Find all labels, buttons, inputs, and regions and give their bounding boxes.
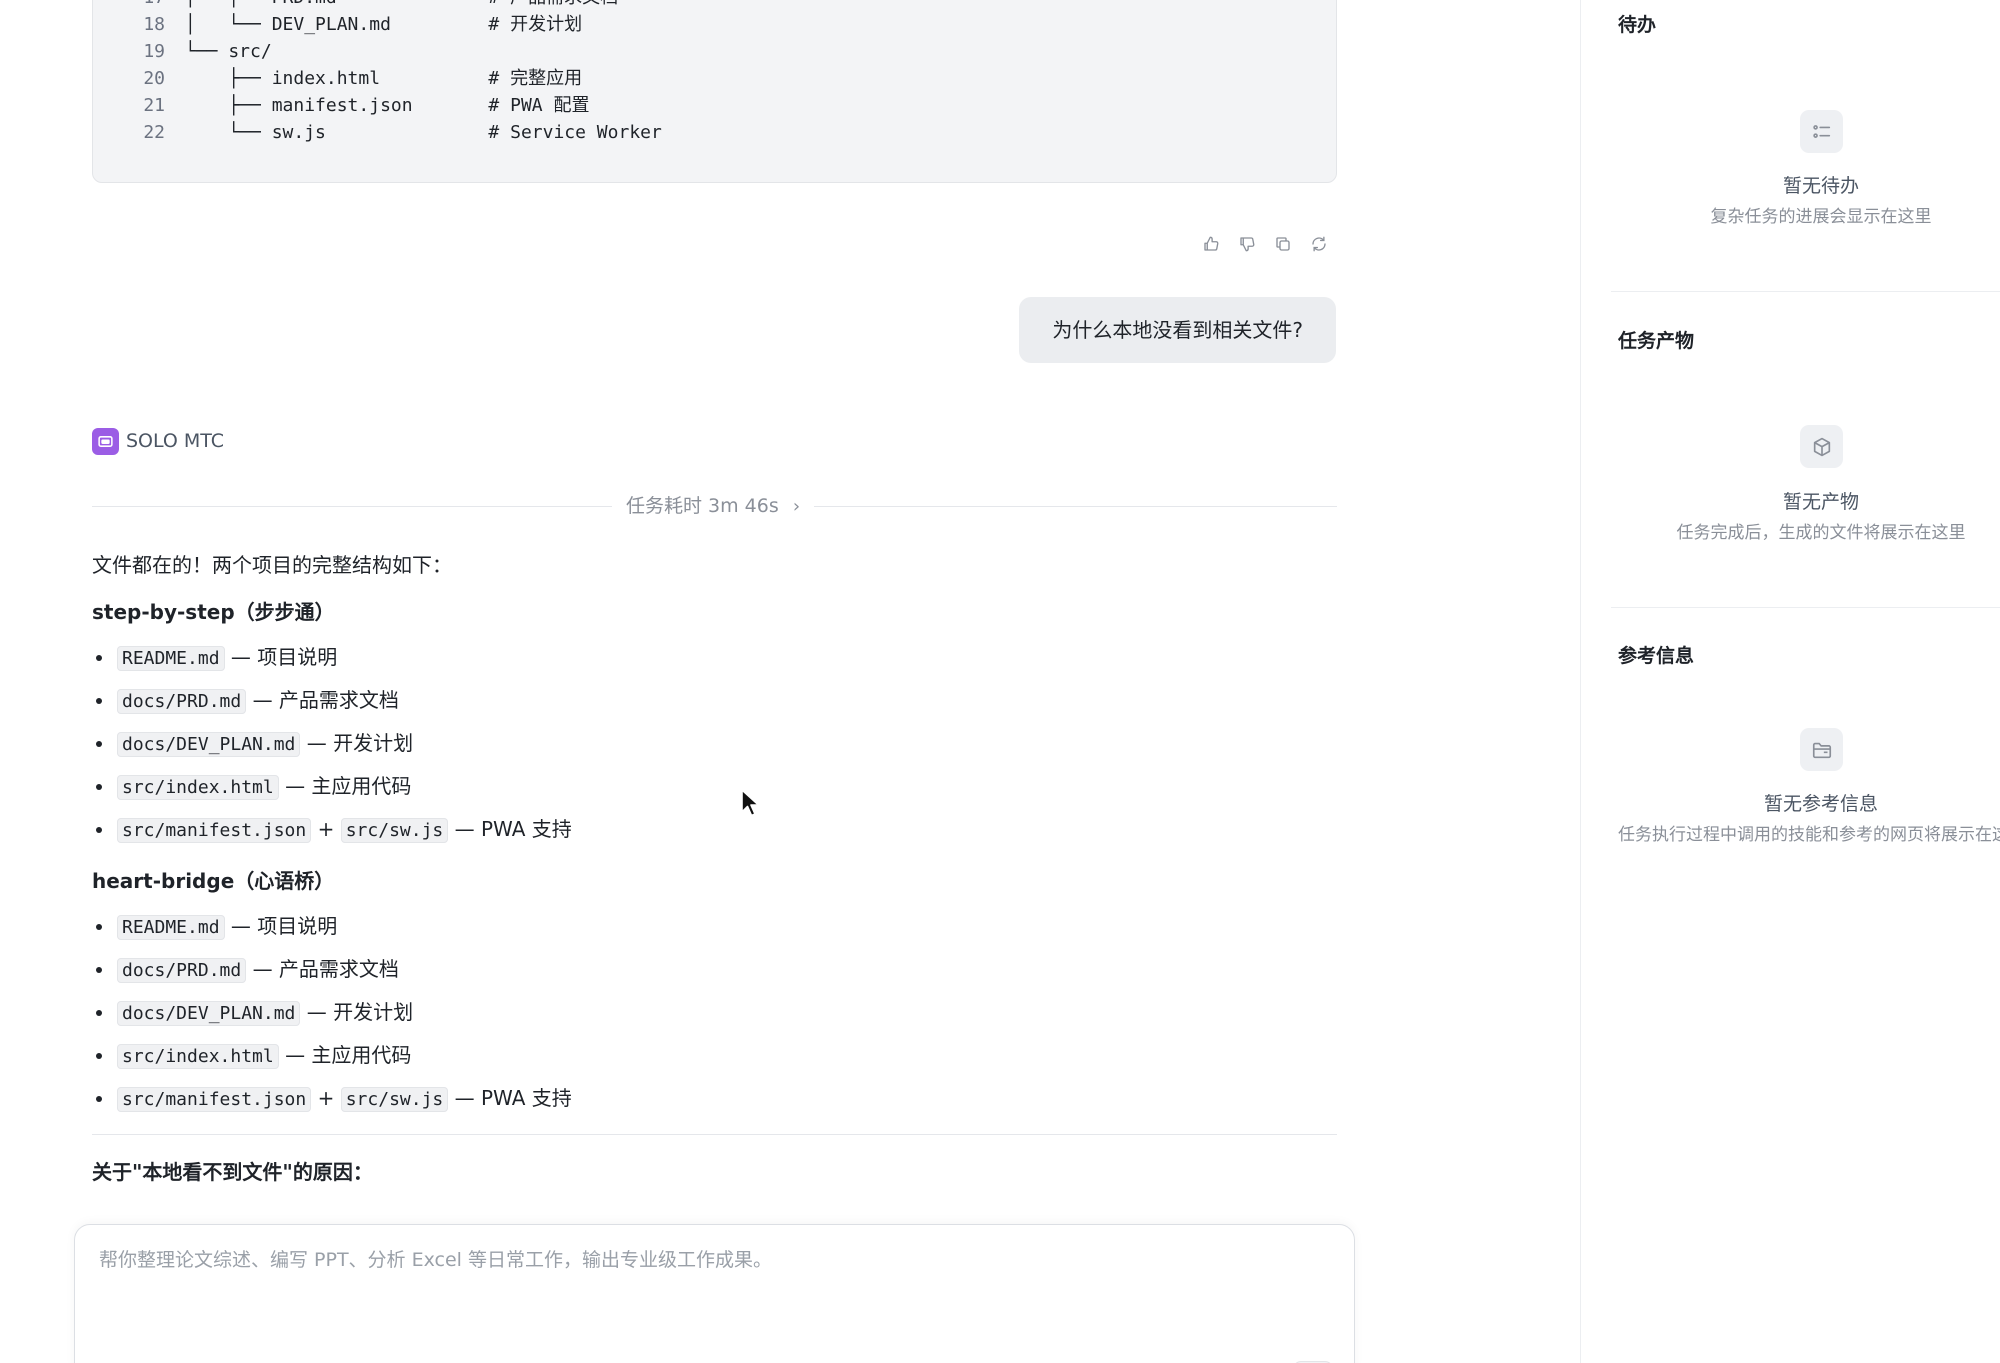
code-text: └── src/ xyxy=(185,41,272,62)
artifacts-empty-desc: 任务完成后，生成的文件将展示在这里 xyxy=(1676,523,1966,543)
list-item: README.md — 项目说明 xyxy=(92,636,1337,679)
file-path-code: docs/DEV_PLAN.md xyxy=(117,1001,301,1026)
project-heading: step-by-step（步步通） xyxy=(92,600,335,624)
references-empty-desc: 任务执行过程中调用的技能和参考的网页将展示在这里 xyxy=(1618,825,2000,845)
robot-icon xyxy=(98,435,113,447)
file-path-code: README.md xyxy=(117,915,225,940)
divider xyxy=(92,1134,1337,1135)
code-line: 18 │ └── DEV_PLAN.md # 开发计划 xyxy=(93,11,1336,38)
code-line: 19 └── src/ xyxy=(93,38,1336,65)
file-description: — PWA 支持 xyxy=(448,817,572,841)
refresh-icon[interactable] xyxy=(1310,235,1328,253)
file-description: — 产品需求文档 xyxy=(246,688,399,712)
file-description: — PWA 支持 xyxy=(448,1086,572,1110)
message-composer xyxy=(74,1224,1355,1363)
divider xyxy=(1611,607,2000,608)
plus-text: + xyxy=(311,1086,341,1110)
code-text: └── sw.js # Service Worker xyxy=(185,122,662,143)
file-path-code: docs/PRD.md xyxy=(117,958,247,983)
file-path-code: README.md xyxy=(117,646,225,671)
file-path-code: src/sw.js xyxy=(340,1087,449,1112)
message-actions xyxy=(1202,235,1328,253)
file-description: — 主应用代码 xyxy=(278,1043,412,1067)
code-line: 17 │ ├── PRD.md # 产品需求文档 xyxy=(93,0,1336,11)
user-message-bubble: 为什么本地没看到相关文件? xyxy=(1019,297,1336,363)
file-path-code: src/index.html xyxy=(117,775,279,800)
file-list: README.md — 项目说明 docs/PRD.md — 产品需求文档 docs… xyxy=(92,905,1337,1120)
project-heading: heart-bridge（心语桥） xyxy=(92,869,335,893)
code-line: 22 └── sw.js # Service Worker xyxy=(93,119,1336,146)
thumbs-down-icon[interactable] xyxy=(1238,235,1256,253)
chevron-right-icon: › xyxy=(792,496,801,517)
line-number: 17 xyxy=(93,0,165,11)
agent-answer: 文件都在的！两个项目的完整结构如下： step-by-step（步步通） READ… xyxy=(92,548,1337,1189)
copy-icon[interactable] xyxy=(1274,235,1292,253)
list-item: docs/DEV_PLAN.md — 开发计划 xyxy=(92,722,1337,765)
code-text: ├── manifest.json # PWA 配置 xyxy=(185,95,590,116)
references-title: 参考信息 xyxy=(1618,645,1695,667)
file-path-code: docs/DEV_PLAN.md xyxy=(117,732,301,757)
todo-empty-title: 暂无待办 xyxy=(1782,175,1859,197)
list-item: docs/PRD.md — 产品需求文档 xyxy=(92,948,1337,991)
code-block: 17 │ ├── PRD.md # 产品需求文档 18 │ └── DEV_PLAN.… xyxy=(92,0,1337,183)
file-description: — 主应用代码 xyxy=(278,774,412,798)
divider xyxy=(1611,291,2000,292)
file-description: — 项目说明 xyxy=(224,645,338,669)
file-description: — 开发计划 xyxy=(300,1000,414,1024)
checklist-icon xyxy=(1800,110,1843,153)
task-duration-toggle[interactable]: 任务耗时 3m 46s › xyxy=(626,494,806,518)
reason-heading: 关于"本地看不到文件"的原因： xyxy=(92,1160,373,1184)
answer-intro: 文件都在的！两个项目的完整结构如下： xyxy=(92,553,452,577)
file-list: README.md — 项目说明 docs/PRD.md — 产品需求文档 docs… xyxy=(92,636,1337,851)
chat-panel: 17 │ ├── PRD.md # 产品需求文档 18 │ └── DEV_PLAN.… xyxy=(0,0,1580,1363)
artifacts-empty-title: 暂无产物 xyxy=(1782,491,1859,513)
list-item: docs/DEV_PLAN.md — 开发计划 xyxy=(92,991,1337,1034)
task-duration-label: 任务耗时 3m 46s xyxy=(626,495,779,517)
file-path-code: src/index.html xyxy=(117,1044,279,1069)
references-empty-title: 暂无参考信息 xyxy=(1763,793,1878,815)
plus-text: + xyxy=(311,817,341,841)
agent-avatar xyxy=(92,427,119,455)
divider xyxy=(92,506,612,507)
list-item: src/index.html — 主应用代码 xyxy=(92,765,1337,808)
todo-empty-desc: 复杂任务的进展会显示在这里 xyxy=(1710,207,1932,227)
list-item: README.md — 项目说明 xyxy=(92,905,1337,948)
code-text: │ ├── PRD.md # 产品需求文档 xyxy=(185,0,618,11)
line-number: 20 xyxy=(143,68,165,89)
line-number: 19 xyxy=(143,41,165,62)
task-side-panel: 待办 暂无待办 复杂任务的进展会显示在这里 任务产物 暂无产物 任务完成后，生成… xyxy=(1580,0,2000,1363)
file-description: — 项目说明 xyxy=(224,914,338,938)
list-item: src/index.html — 主应用代码 xyxy=(92,1034,1337,1077)
list-item: src/manifest.json + src/sw.js — PWA 支持 xyxy=(92,808,1337,851)
list-item: docs/PRD.md — 产品需求文档 xyxy=(92,679,1337,722)
file-path-code: src/manifest.json xyxy=(117,1087,312,1112)
message-input[interactable] xyxy=(99,1245,1329,1335)
list-item: src/manifest.json + src/sw.js — PWA 支持 xyxy=(92,1077,1337,1120)
folder-icon xyxy=(1800,728,1843,771)
file-description: — 产品需求文档 xyxy=(246,957,399,981)
file-description: — 开发计划 xyxy=(300,731,414,755)
code-text: │ └── DEV_PLAN.md # 开发计划 xyxy=(185,14,583,35)
line-number: 18 xyxy=(143,14,165,35)
line-number: 21 xyxy=(143,95,165,116)
line-number: 22 xyxy=(143,122,165,143)
todo-title: 待办 xyxy=(1618,14,1657,36)
thumbs-up-icon[interactable] xyxy=(1202,235,1220,253)
file-path-code: src/manifest.json xyxy=(117,818,312,843)
agent-header: SOLO MTC xyxy=(92,427,224,455)
file-path-code: docs/PRD.md xyxy=(117,689,247,714)
code-text: ├── index.html # 完整应用 xyxy=(185,68,583,89)
agent-name: SOLO MTC xyxy=(126,430,225,452)
divider xyxy=(814,506,1337,507)
code-line: 21 ├── manifest.json # PWA 配置 xyxy=(93,92,1336,119)
code-line: 20 ├── index.html # 完整应用 xyxy=(93,65,1336,92)
box-icon xyxy=(1800,425,1843,468)
file-path-code: src/sw.js xyxy=(340,818,449,843)
artifacts-title: 任务产物 xyxy=(1618,330,1695,352)
mouse-cursor-icon xyxy=(740,788,762,818)
task-duration-row: 任务耗时 3m 46s › xyxy=(92,494,1337,518)
